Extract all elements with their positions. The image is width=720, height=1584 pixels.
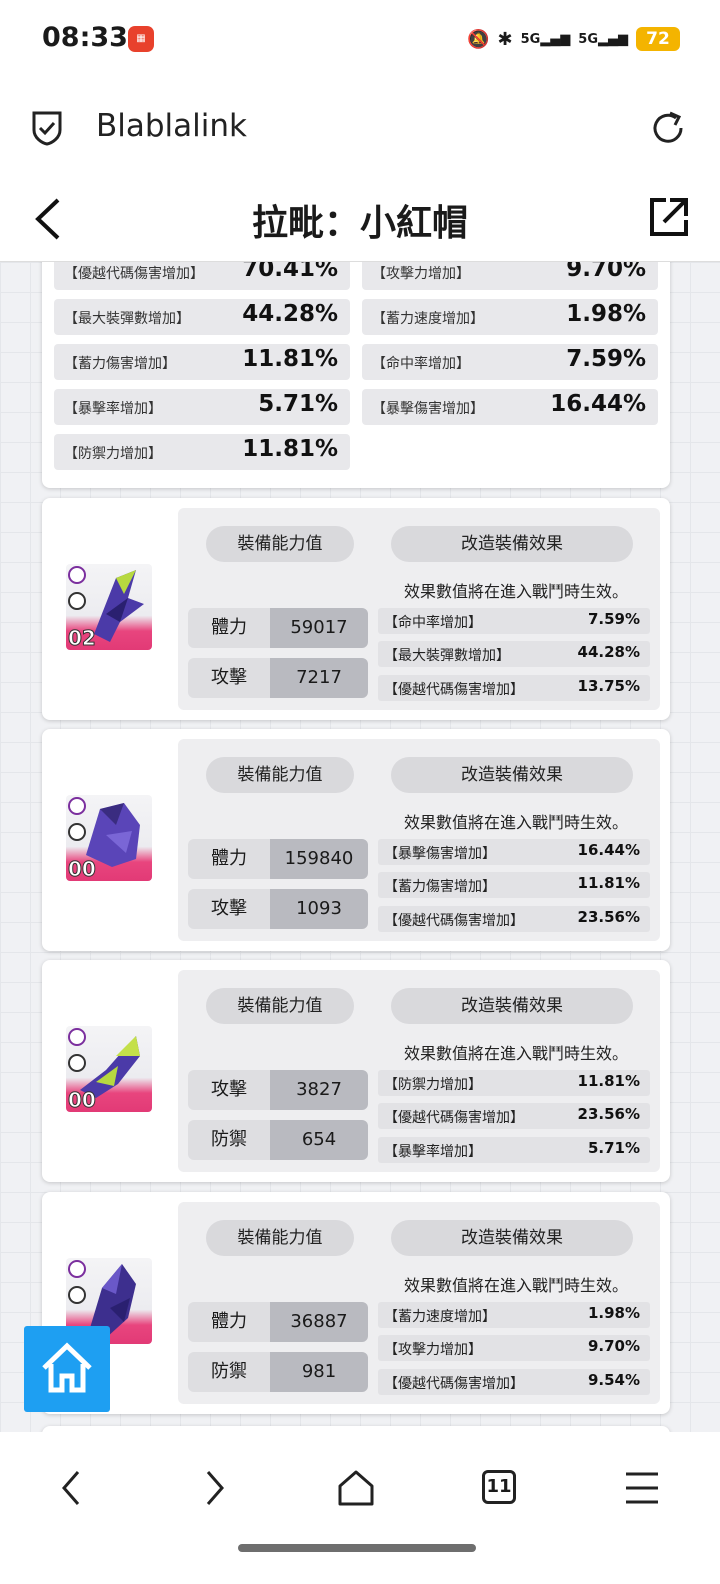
effect-header: 改造裝備效果 bbox=[391, 988, 633, 1024]
gear-detail: 裝備能力值 改造裝備效果 效果數值將在進入戰鬥時生效。 體力 36887 防禦 98… bbox=[178, 1202, 660, 1404]
gear-card[interactable]: 02 裝備能力值 改造裝備效果 效果數值將在進入戰鬥時生效。 體力 59017 攻… bbox=[42, 498, 670, 720]
signal-icon-2: 5G▂▄▆ bbox=[578, 31, 628, 47]
stat-item: 【最大裝彈數增加】 44.28% bbox=[54, 299, 350, 335]
home-nav-icon[interactable] bbox=[334, 1466, 378, 1510]
effect-header: 改造裝備效果 bbox=[391, 757, 633, 793]
back-icon[interactable] bbox=[50, 1466, 94, 1510]
stat-item: 【暴擊率增加】 5.71% bbox=[54, 389, 350, 425]
stat-item: 【暴擊傷害增加】 16.44% bbox=[362, 389, 658, 425]
status-icons: 🔕 ✱ 5G▂▄▆ 5G▂▄▆ 72 bbox=[467, 24, 680, 54]
ability-header: 裝備能力值 bbox=[206, 526, 354, 562]
scroll-content[interactable]: 【優越代碼傷害增加】 70.41% 【攻擊力增加】 9.70% 【最大裝彈數增加】 4… bbox=[0, 262, 720, 1432]
status-bar: 08:33 ▦ 🔕 ✱ 5G▂▄▆ 5G▂▄▆ 72 bbox=[0, 0, 720, 80]
rarity-badge-icon bbox=[68, 1260, 86, 1278]
ability-row: 體力 36887 bbox=[188, 1302, 368, 1342]
effect-row: 【防禦力增加】 11.81% bbox=[378, 1070, 650, 1096]
gear-detail: 裝備能力值 改造裝備效果 效果數值將在進入戰鬥時生效。 攻擊 3827 防禦 654… bbox=[178, 970, 660, 1172]
gear-detail: 裝備能力值 改造裝備效果 效果數值將在進入戰鬥時生效。 體力 159840 攻擊 1… bbox=[178, 739, 660, 941]
effect-row: 【命中率增加】 7.59% bbox=[378, 608, 650, 634]
app-notification-icon: ▦ bbox=[128, 26, 154, 52]
rarity-badge-icon bbox=[68, 1028, 86, 1046]
ability-header: 裝備能力值 bbox=[206, 1220, 354, 1256]
class-badge-icon bbox=[68, 1054, 86, 1072]
effect-row: 【攻擊力增加】 9.70% bbox=[378, 1335, 650, 1361]
effect-row: 【優越代碼傷害增加】 13.75% bbox=[378, 675, 650, 701]
menu-icon[interactable] bbox=[620, 1466, 664, 1510]
stat-item: 【命中率增加】 7.59% bbox=[362, 344, 658, 380]
battery-icon: 72 bbox=[636, 27, 680, 51]
bluetooth-icon: ✱ bbox=[497, 28, 513, 50]
ability-header: 裝備能力值 bbox=[206, 757, 354, 793]
ability-row: 攻擊 1093 bbox=[188, 889, 368, 929]
tabs-button[interactable]: 11 bbox=[482, 1470, 516, 1504]
gear-thumbnail[interactable]: 00 bbox=[66, 795, 152, 881]
effect-row: 【最大裝彈數增加】 44.28% bbox=[378, 641, 650, 667]
stat-item: 【優越代碼傷害增加】 70.41% bbox=[54, 262, 350, 290]
reload-icon[interactable] bbox=[648, 108, 688, 148]
browser-nav-bar: 11 bbox=[0, 1432, 720, 1584]
rarity-badge-icon bbox=[68, 797, 86, 815]
ability-row: 防禦 981 bbox=[188, 1352, 368, 1392]
effect-note: 效果數值將在進入戰鬥時生效。 bbox=[404, 1276, 629, 1295]
home-button[interactable] bbox=[24, 1326, 110, 1412]
ability-row: 攻擊 7217 bbox=[188, 658, 368, 698]
effect-note: 效果數值將在進入戰鬥時生效。 bbox=[404, 813, 629, 832]
effect-note: 效果數值將在進入戰鬥時生效。 bbox=[404, 582, 629, 601]
ability-row: 體力 59017 bbox=[188, 608, 368, 648]
share-icon[interactable] bbox=[648, 196, 690, 238]
gear-thumbnail[interactable]: 02 bbox=[66, 564, 152, 650]
gear-thumbnail[interactable]: 00 bbox=[66, 1026, 152, 1112]
effect-row: 【優越代碼傷害增加】 23.56% bbox=[378, 906, 650, 932]
mute-icon: 🔕 bbox=[467, 28, 490, 50]
gear-card[interactable]: 裝備能力值 改造裝備效果 效果數值將在進入戰鬥時生效。 體力 36887 防禦 98… bbox=[42, 1192, 670, 1414]
page-header: 拉毗：小紅帽 bbox=[0, 176, 720, 262]
effect-header: 改造裝備效果 bbox=[391, 1220, 633, 1256]
gear-card[interactable]: 00 裝備能力值 改造裝備效果 效果數值將在進入戰鬥時生效。 體力 159840 … bbox=[42, 729, 670, 951]
forward-icon[interactable] bbox=[192, 1466, 236, 1510]
clock: 08:33 bbox=[42, 22, 128, 53]
shield-icon[interactable] bbox=[30, 110, 64, 146]
rarity-badge-icon bbox=[68, 566, 86, 584]
stat-item: 【蓄力速度增加】 1.98% bbox=[362, 299, 658, 335]
effect-header: 改造裝備效果 bbox=[391, 526, 633, 562]
gear-detail: 裝備能力值 改造裝備效果 效果數值將在進入戰鬥時生效。 體力 59017 攻擊 72… bbox=[178, 508, 660, 710]
stat-item: 【攻擊力增加】 9.70% bbox=[362, 262, 658, 290]
effect-note: 效果數值將在進入戰鬥時生效。 bbox=[404, 1044, 629, 1063]
gear-card[interactable]: 00 裝備能力值 改造裝備效果 效果數值將在進入戰鬥時生效。 攻擊 3827 防禦… bbox=[42, 960, 670, 1182]
summary-panel: 【優越代碼傷害增加】 70.41% 【攻擊力增加】 9.70% 【最大裝彈數增加】 4… bbox=[42, 262, 670, 488]
effect-row: 【蓄力傷害增加】 11.81% bbox=[378, 872, 650, 898]
effect-row: 【暴擊傷害增加】 16.44% bbox=[378, 839, 650, 865]
gear-level: 00 bbox=[68, 857, 97, 882]
effect-row: 【優越代碼傷害增加】 23.56% bbox=[378, 1103, 650, 1129]
stat-item: 【防禦力增加】 11.81% bbox=[54, 434, 350, 470]
effect-row: 【蓄力速度增加】 1.98% bbox=[378, 1302, 650, 1328]
ability-row: 防禦 654 bbox=[188, 1120, 368, 1160]
gear-level: 00 bbox=[68, 1088, 97, 1113]
ability-row: 攻擊 3827 bbox=[188, 1070, 368, 1110]
class-badge-icon bbox=[68, 823, 86, 841]
effect-row: 【暴擊率增加】 5.71% bbox=[378, 1137, 650, 1163]
ability-header: 裝備能力值 bbox=[206, 988, 354, 1024]
class-badge-icon bbox=[68, 1286, 86, 1304]
browser-bar: Blablalink bbox=[0, 90, 720, 166]
site-name: Blablalink bbox=[96, 108, 247, 144]
stat-item: 【蓄力傷害增加】 11.81% bbox=[54, 344, 350, 380]
ability-row: 體力 159840 bbox=[188, 839, 368, 879]
page-title: 拉毗：小紅帽 bbox=[251, 203, 468, 244]
class-badge-icon bbox=[68, 592, 86, 610]
signal-icon: 5G▂▄▆ bbox=[520, 31, 571, 47]
gear-level: 02 bbox=[68, 626, 97, 651]
gesture-handle bbox=[238, 1544, 476, 1552]
effect-row: 【優越代碼傷害增加】 9.54% bbox=[378, 1369, 650, 1395]
home-icon bbox=[42, 1342, 92, 1393]
